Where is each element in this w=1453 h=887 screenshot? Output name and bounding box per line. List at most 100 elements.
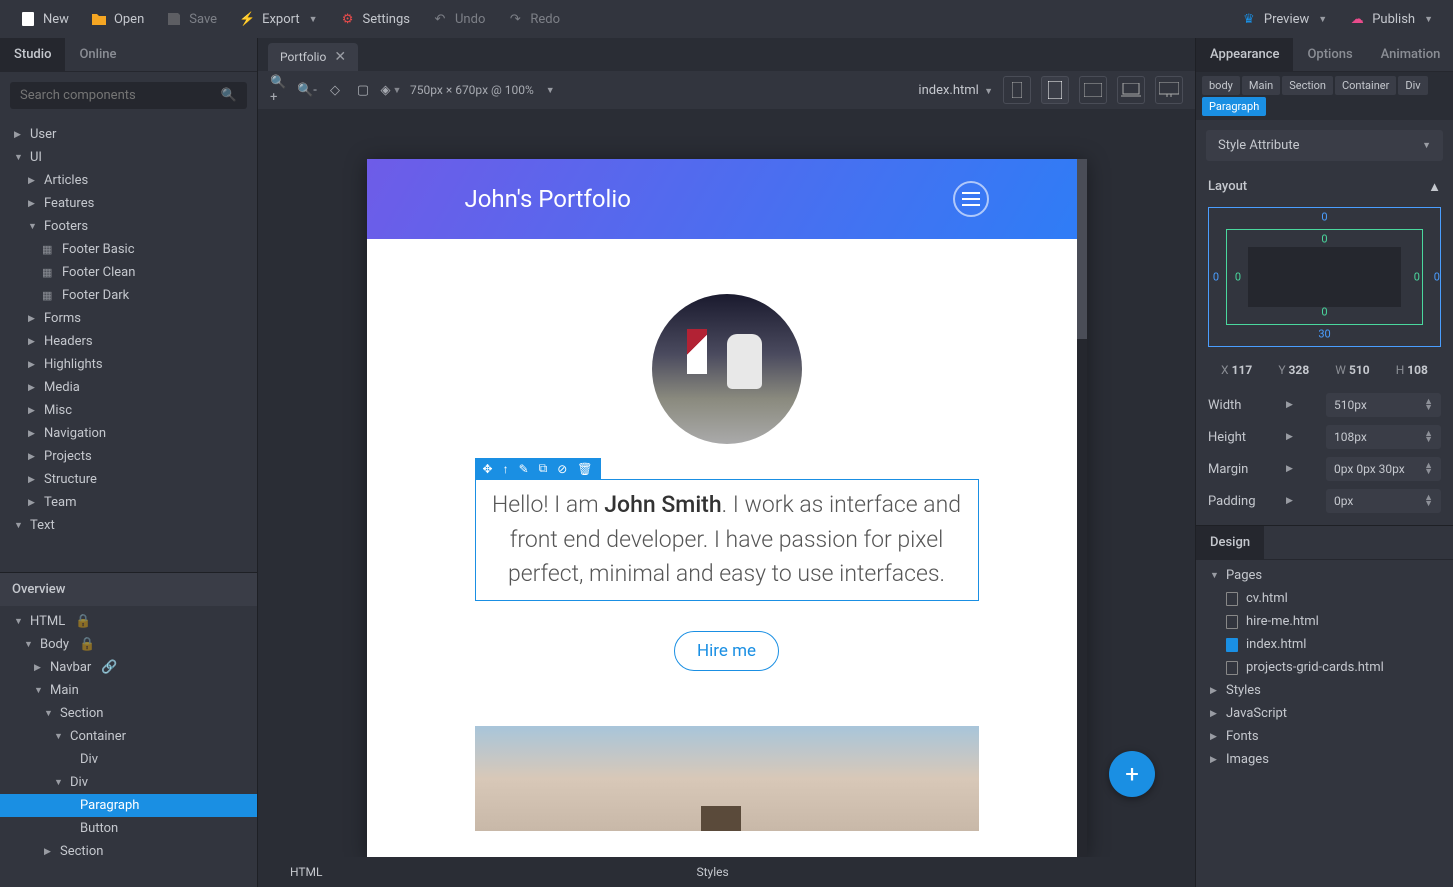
tree-misc[interactable]: ▶Misc [0, 399, 257, 422]
ov-section2[interactable]: ▶Section [0, 840, 257, 863]
ov-container[interactable]: ▼Container [0, 725, 257, 748]
rotate-icon[interactable]: ◇ [326, 81, 344, 99]
undo-button[interactable]: ↶Undo [422, 5, 495, 33]
padding-input[interactable]: 0px▲▼ [1326, 489, 1441, 513]
ov-div2[interactable]: ▼Div [0, 771, 257, 794]
ov-html[interactable]: ▼HTML🔒 [0, 610, 257, 633]
bottom-tab-html[interactable]: HTML [278, 859, 335, 885]
search-components[interactable]: 🔍 [10, 82, 247, 109]
ov-section[interactable]: ▼Section [0, 702, 257, 725]
add-fab-button[interactable]: + [1109, 751, 1155, 797]
trash-icon[interactable]: 🗑 [577, 462, 592, 476]
tree-structure[interactable]: ▶Structure [0, 468, 257, 491]
design-js[interactable]: ▶JavaScript [1196, 702, 1453, 725]
file-projects[interactable]: projects-grid-cards.html [1196, 656, 1453, 679]
zoom-out-icon[interactable]: 🔍- [298, 81, 316, 99]
tab-appearance[interactable]: Appearance [1196, 38, 1293, 71]
tree-navigation[interactable]: ▶Navigation [0, 422, 257, 445]
document-tab[interactable]: Portfolio ✕ [268, 43, 358, 71]
device-mobile[interactable] [1003, 76, 1031, 104]
ov-div1[interactable]: ▶Div [0, 748, 257, 771]
ov-navbar[interactable]: ▶Navbar🔗 [0, 656, 257, 679]
search-input[interactable] [20, 88, 221, 103]
tree-footer-basic[interactable]: ▦Footer Basic [0, 238, 257, 261]
ov-paragraph[interactable]: ▶Paragraph [0, 794, 257, 817]
avatar-image[interactable] [652, 294, 802, 444]
tree-footers[interactable]: ▼Footers [0, 215, 257, 238]
tree-ui[interactable]: ▼UI [0, 146, 257, 169]
chevron-right-icon[interactable]: ▶ [1286, 400, 1293, 410]
image-icon[interactable]: ▢ [354, 81, 372, 99]
file-cv[interactable]: cv.html [1196, 587, 1453, 610]
tree-headers[interactable]: ▶Headers [0, 330, 257, 353]
hamburger-icon[interactable] [953, 181, 989, 217]
chevron-right-icon[interactable]: ▶ [1286, 432, 1293, 442]
canvas-scrollbar[interactable] [1077, 159, 1087, 857]
preview-button[interactable]: ♛Preview▼ [1231, 5, 1337, 33]
tab-options[interactable]: Options [1293, 38, 1366, 71]
margin-input[interactable]: 0px 0px 30px▲▼ [1326, 457, 1441, 481]
device-laptop[interactable] [1117, 76, 1145, 104]
tree-articles[interactable]: ▶Articles [0, 169, 257, 192]
margin-left[interactable]: 0 [1213, 271, 1219, 284]
open-button[interactable]: Open [81, 5, 154, 33]
file-index[interactable]: index.html [1196, 633, 1453, 656]
crumb-container[interactable]: Container [1335, 76, 1396, 95]
landscape-image[interactable] [475, 726, 979, 831]
style-selector[interactable]: Style Attribute▼ [1206, 130, 1443, 161]
bottom-tab-styles[interactable]: Styles [685, 859, 741, 885]
padding-right[interactable]: 0 [1414, 271, 1420, 284]
design-canvas[interactable]: John's Portfolio ✥ ↑ ✎ ⧉ ⊘ 🗑 [367, 159, 1087, 857]
ov-button[interactable]: ▶Button [0, 817, 257, 840]
settings-button[interactable]: ⚙Settings [330, 5, 420, 33]
design-styles[interactable]: ▶Styles [1196, 679, 1453, 702]
tree-features[interactable]: ▶Features [0, 192, 257, 215]
zoom-in-icon[interactable]: 🔍+ [270, 81, 288, 99]
design-fonts[interactable]: ▶Fonts [1196, 725, 1453, 748]
ov-body[interactable]: ▼Body🔒 [0, 633, 257, 656]
up-icon[interactable]: ↑ [503, 462, 509, 476]
export-button[interactable]: ⚡Export▼ [229, 5, 327, 33]
box-model[interactable]: 0 30 0 0 0 0 0 0 [1208, 207, 1441, 347]
crumb-paragraph[interactable]: Paragraph [1202, 97, 1266, 116]
redo-button[interactable]: ↷Redo [497, 5, 570, 33]
tree-highlights[interactable]: ▶Highlights [0, 353, 257, 376]
margin-bottom[interactable]: 30 [1318, 328, 1330, 341]
tree-forms[interactable]: ▶Forms [0, 307, 257, 330]
padding-left[interactable]: 0 [1235, 271, 1241, 284]
crumb-main[interactable]: Main [1242, 76, 1280, 95]
design-pages[interactable]: ▼Pages [1196, 564, 1453, 587]
tree-team[interactable]: ▶Team [0, 491, 257, 514]
edit-icon[interactable]: ✎ [519, 462, 529, 476]
ov-main[interactable]: ▼Main [0, 679, 257, 702]
file-hire[interactable]: hire-me.html [1196, 610, 1453, 633]
design-images[interactable]: ▶Images [1196, 748, 1453, 771]
margin-right[interactable]: 0 [1434, 271, 1440, 284]
tree-text[interactable]: ▼Text [0, 514, 257, 537]
device-tablet[interactable] [1041, 76, 1069, 104]
stepper-icon[interactable]: ▲▼ [1424, 495, 1433, 508]
publish-button[interactable]: ☁Publish▼ [1339, 5, 1443, 33]
crumb-body[interactable]: body [1202, 76, 1240, 95]
file-selector[interactable]: index.html ▼ [918, 83, 993, 98]
copy-icon[interactable]: ⧉ [539, 461, 548, 476]
preview-header[interactable]: John's Portfolio [367, 159, 1087, 239]
tree-media[interactable]: ▶Media [0, 376, 257, 399]
move-icon[interactable]: ✥ [483, 462, 493, 476]
height-input[interactable]: 108px▲▼ [1326, 425, 1441, 449]
close-icon[interactable]: ✕ [334, 49, 346, 65]
padding-bottom[interactable]: 0 [1321, 306, 1327, 319]
tab-studio[interactable]: Studio [0, 38, 65, 71]
width-input[interactable]: 510px▲▼ [1326, 393, 1441, 417]
save-button[interactable]: Save [156, 5, 227, 33]
crumb-section[interactable]: Section [1282, 76, 1333, 95]
device-desktop[interactable] [1155, 76, 1183, 104]
layers-icon[interactable]: ◈▼ [382, 81, 400, 99]
device-tablet-landscape[interactable] [1079, 76, 1107, 104]
margin-top[interactable]: 0 [1321, 211, 1327, 224]
hire-me-button[interactable]: Hire me [674, 631, 779, 671]
crumb-div[interactable]: Div [1398, 76, 1427, 95]
stepper-icon[interactable]: ▲▼ [1424, 463, 1433, 476]
canvas-area[interactable]: John's Portfolio ✥ ↑ ✎ ⧉ ⊘ 🗑 [258, 109, 1195, 857]
chevron-right-icon[interactable]: ▶ [1286, 496, 1293, 506]
